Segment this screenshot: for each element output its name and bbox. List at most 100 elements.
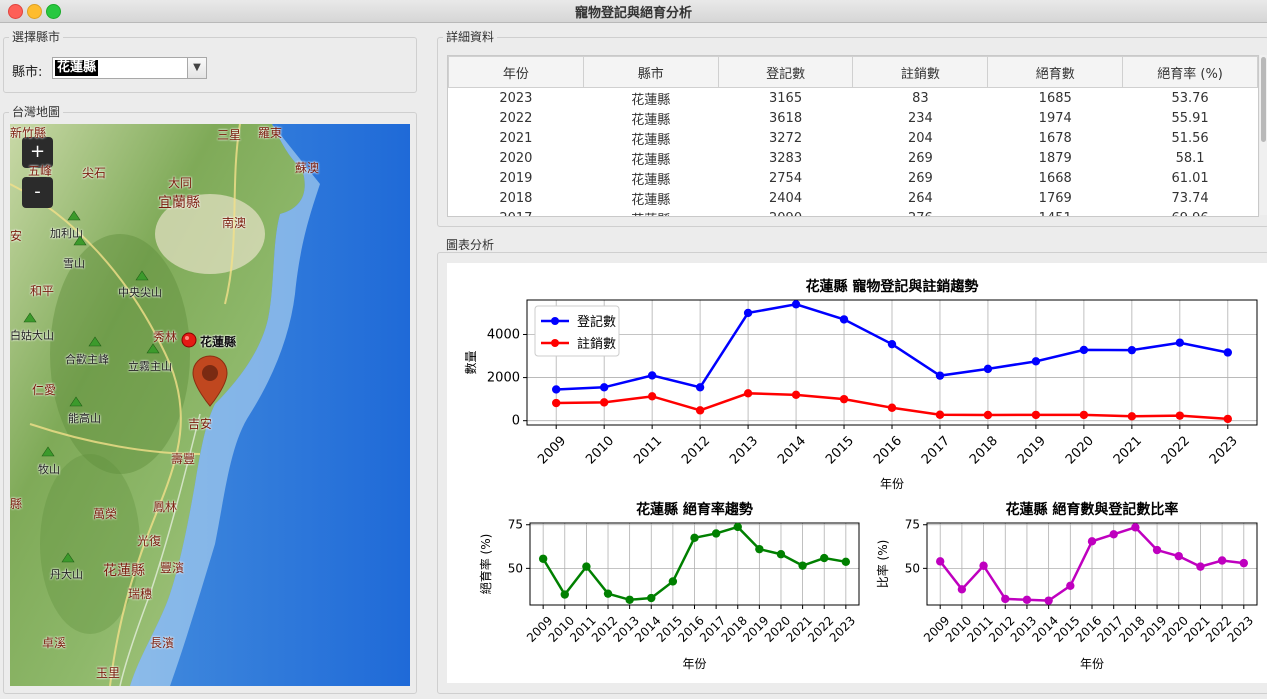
chart-3-data-point xyxy=(1001,594,1010,604)
table-row[interactable]: 2023 花蓮縣 3165 83 1685 53.76 xyxy=(449,88,1258,109)
chart-1-data-point xyxy=(887,339,897,349)
chart-1-x-tick-label: 2018 xyxy=(967,433,1001,467)
column-header-registered[interactable]: 登記數 xyxy=(717,56,854,88)
chart-3-data-point xyxy=(1131,523,1140,532)
county-combobox-value: 花蓮縣 xyxy=(55,60,99,76)
table-cell: 花蓮縣 xyxy=(631,112,671,128)
chart-1-data-point xyxy=(552,398,561,408)
table-cell: 1668 xyxy=(1038,170,1072,186)
chart-panel: 2009 2010 2011 2012 2013 2014 2015 2016 2017 2018… xyxy=(447,263,1267,683)
table-cell: 2023 xyxy=(499,90,533,106)
chart-1-y-tick-label: 4000 xyxy=(487,327,520,342)
chart-3-y-axis-label: 比率 (%) xyxy=(875,540,890,589)
chart-3-data-point xyxy=(1044,596,1053,605)
chart-1-data-point xyxy=(1079,410,1089,420)
chart-2-y-tick-label: 50 xyxy=(508,561,523,575)
table-cell: 花蓮縣 xyxy=(631,92,671,108)
table-cell: 2018 xyxy=(499,190,533,206)
table-cell: 2754 xyxy=(769,170,803,186)
table-cell: 69.96 xyxy=(1123,208,1258,217)
detail-table-scrollbar[interactable] xyxy=(1260,55,1267,215)
chart-2-y-tick-label: 75 xyxy=(508,518,523,532)
chart-1-x-tick-label: 2013 xyxy=(727,433,761,467)
county-combobox[interactable]: 花蓮縣 ▼ xyxy=(52,57,207,79)
table-cell: 花蓮縣 xyxy=(631,152,671,168)
chart-1-data-point xyxy=(599,383,609,392)
chart-3-data-point xyxy=(979,561,988,570)
chart-3-x-axis-label: 年份 xyxy=(1080,657,1104,671)
column-header-neutered[interactable]: 絕育數 xyxy=(987,56,1124,88)
chart-2-data-point xyxy=(755,544,764,554)
chart-2-data-point xyxy=(711,529,721,538)
chart-1-data-point xyxy=(935,371,945,380)
table-row[interactable]: 2019 花蓮縣 2754 269 1668 61.01 xyxy=(449,168,1258,188)
chart-3-data-point xyxy=(1174,551,1183,561)
taiwan-map[interactable]: + - 新竹縣 五峰 尖石 大同 宜蘭縣 三星 羅東 蘇澳 南澳 安 加利山 雪… xyxy=(10,124,410,686)
chart-1-x-tick-label: 2014 xyxy=(775,433,809,467)
chart-1-data-point xyxy=(1127,412,1137,421)
chart-2-data-point xyxy=(582,562,591,571)
column-header-neuter-rate[interactable]: 絕育率 (%) xyxy=(1122,56,1258,88)
chart-1-data-point xyxy=(743,389,753,398)
table-row[interactable]: 2021 花蓮縣 3272 204 1678 51.56 xyxy=(449,128,1258,148)
map-marker-dot-icon[interactable] xyxy=(181,332,197,348)
chart-1-x-tick-label: 2011 xyxy=(631,433,665,467)
chart-1-data-point xyxy=(791,300,801,309)
chevron-down-icon[interactable]: ▼ xyxy=(187,58,206,78)
chart-1-data-point xyxy=(983,364,993,374)
table-cell: 61.01 xyxy=(1171,170,1209,186)
table-cell: 1685 xyxy=(1038,90,1072,106)
table-cell: 51.56 xyxy=(1171,130,1209,146)
county-select-group-label: 選擇縣市 xyxy=(9,30,64,44)
chart-3-y-tick-label: 50 xyxy=(905,561,920,575)
table-cell: 花蓮縣 xyxy=(583,208,718,217)
chart-1-data-point xyxy=(552,385,561,394)
chart-1-x-tick-label: 2021 xyxy=(1111,433,1145,467)
chart-1-x-tick-label: 2022 xyxy=(1159,433,1193,467)
table-cell: 1678 xyxy=(1038,130,1072,146)
chart-1-legend-label: 登記數 xyxy=(577,314,616,330)
chart-1-y-tick-label: 2000 xyxy=(487,371,520,386)
chart-1-data-point xyxy=(1127,345,1137,355)
table-cell: 276 xyxy=(853,208,988,217)
table-row[interactable]: 2022 花蓮縣 3618 234 1974 55.91 xyxy=(449,108,1258,128)
chart-1-x-tick-label: 2009 xyxy=(535,433,569,467)
chart-1-x-tick-label: 2019 xyxy=(1015,433,1049,467)
chart-1-data-point xyxy=(1223,414,1232,424)
chart-1-x-axis-label: 年份 xyxy=(880,477,904,491)
chart-2-data-point xyxy=(841,557,851,567)
table-row[interactable]: 2017 花蓮縣 2090 276 1451 69.96 xyxy=(449,208,1258,217)
chart-2-data-point xyxy=(820,553,829,563)
table-cell: 73.74 xyxy=(1171,190,1209,206)
column-header-year[interactable]: 年份 xyxy=(448,56,584,88)
chart-1-legend-label: 註銷數 xyxy=(577,336,616,352)
chart-2-data-point xyxy=(798,561,807,570)
chart-2-data-point xyxy=(668,577,678,586)
table-cell: 花蓮縣 xyxy=(631,192,671,208)
chart-3-data-point xyxy=(1196,562,1205,571)
window-titlebar: 寵物登記與絕育分析 xyxy=(0,0,1267,23)
charts-canvas: 2009 2010 2011 2012 2013 2014 2015 2016 2017 2018… xyxy=(464,278,1258,671)
map-group-label: 台灣地圖 xyxy=(9,105,64,119)
chart-1-x-tick-label: 2010 xyxy=(583,433,617,467)
column-header-county[interactable]: 縣市 xyxy=(582,56,719,88)
table-cell: 55.91 xyxy=(1171,110,1209,126)
chart-1-data-point xyxy=(839,394,849,404)
chart-3-data-point xyxy=(936,557,945,566)
table-row[interactable]: 2018 花蓮縣 2404 264 1769 73.74 xyxy=(449,188,1258,208)
location-pin-icon xyxy=(192,355,228,407)
detail-table-scroll-thumb[interactable] xyxy=(1261,57,1266,142)
table-cell: 2020 xyxy=(499,150,533,166)
detail-table[interactable]: 年份 縣市 登記數 註銷數 絕育數 絕育率 (%) 2023 花蓮縣 3165 … xyxy=(447,55,1259,217)
chart-1-data-point xyxy=(983,410,993,420)
table-row[interactable]: 2020 花蓮縣 3283 269 1879 58.1 xyxy=(449,148,1258,168)
chart-1-data-point xyxy=(647,392,657,401)
table-cell: 1974 xyxy=(1038,110,1072,126)
chart-1-x-tick-label: 2012 xyxy=(679,433,713,467)
chart-2-data-point xyxy=(647,593,656,603)
chart-3-data-point xyxy=(1109,530,1118,539)
table-cell: 3283 xyxy=(769,150,803,166)
chart-2-data-point xyxy=(625,595,634,604)
chart-1-y-axis-label: 數量 xyxy=(464,350,478,374)
column-header-cancelled[interactable]: 註銷數 xyxy=(852,56,989,88)
